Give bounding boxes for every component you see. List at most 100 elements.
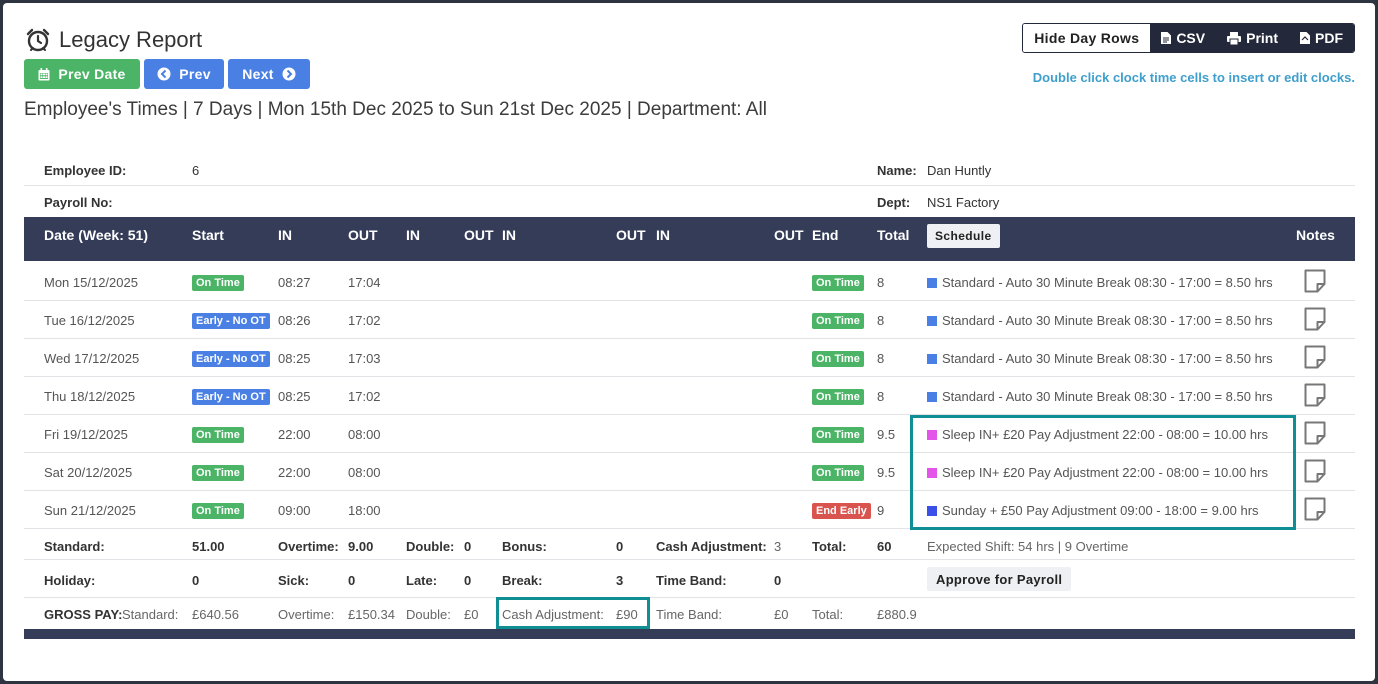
sticky-note-icon[interactable] (1304, 497, 1326, 521)
dept-label: Dept: (877, 195, 911, 210)
overtime-label: Overtime: (278, 539, 339, 554)
edit-hint: Double click clock time cells to insert … (1032, 70, 1355, 85)
clock-out-cell[interactable]: 08:00 (348, 427, 381, 442)
schedule-cell[interactable]: Standard - Auto 30 Minute Break 08:30 - … (927, 313, 1273, 328)
late-value: 0 (464, 573, 472, 588)
clock-out-cell[interactable]: 17:02 (348, 313, 381, 328)
pdf-button[interactable]: PDF (1289, 24, 1354, 52)
divider (24, 597, 1355, 598)
prev-button[interactable]: Prev (144, 59, 224, 89)
total-value: 60 (877, 539, 892, 554)
end-status-badge: On Time (812, 427, 864, 443)
schedule-button[interactable]: Schedule (927, 224, 1000, 248)
hide-day-rows-button[interactable]: Hide Day Rows (1023, 24, 1151, 52)
sticky-note-icon[interactable] (1304, 459, 1326, 483)
sticky-note-icon[interactable] (1304, 307, 1326, 331)
name-value: Dan Huntly (927, 163, 992, 178)
report-window: Legacy Report Prev Date Prev Next Employ… (3, 3, 1375, 681)
start-status-badge: On Time (192, 275, 244, 291)
row-date: Sat 20/12/2025 (44, 465, 133, 480)
prev-label: Prev (179, 66, 211, 82)
pdf-label: PDF (1315, 30, 1343, 46)
overtime-value: 9.00 (348, 539, 374, 554)
table-row: Wed 17/12/2025 Early - No OT 08:25 17:03 On … (24, 339, 1355, 377)
end-status-badge: On Time (812, 275, 864, 291)
schedule-cell[interactable]: Standard - Auto 30 Minute Break 08:30 - … (927, 351, 1273, 366)
clock-in-cell[interactable]: 08:26 (278, 313, 311, 328)
print-button[interactable]: Print (1216, 24, 1289, 52)
row-date: Sun 21/12/2025 (44, 503, 136, 518)
time-band-value: 0 (774, 573, 782, 588)
clock-in-cell[interactable]: 09:00 (278, 503, 311, 518)
holiday-value: 0 (192, 573, 200, 588)
start-status-badge: Early - No OT (192, 351, 270, 367)
gross-total-label: Total: (812, 607, 844, 622)
next-button[interactable]: Next (228, 59, 310, 89)
row-date: Tue 16/12/2025 (44, 313, 135, 328)
end-status-badge: On Time (812, 313, 864, 329)
clock-out-cell[interactable]: 17:04 (348, 275, 381, 290)
col-in-1: IN (278, 227, 292, 243)
row-total: 9 (877, 503, 885, 518)
sick-value: 0 (348, 573, 356, 588)
divider (24, 559, 1355, 560)
clock-out-cell[interactable]: 17:03 (348, 351, 381, 366)
sticky-note-icon[interactable] (1304, 345, 1326, 369)
clock-in-cell[interactable]: 08:25 (278, 389, 311, 404)
gross-total-value: £880.9 (877, 607, 917, 622)
end-status-badge: On Time (812, 389, 864, 405)
schedule-color-swatch (927, 392, 937, 402)
next-label: Next (242, 66, 274, 82)
start-status-badge: On Time (192, 427, 244, 443)
schedule-highlight-box (910, 415, 1296, 530)
col-notes: Notes (1296, 227, 1335, 243)
arrow-circle-left-icon (157, 67, 171, 81)
sticky-note-icon[interactable] (1304, 383, 1326, 407)
start-status-badge: On Time (192, 465, 244, 481)
gross-double-value: £0 (464, 607, 479, 622)
report-headline: Employee's Times | 7 Days | Mon 15th Dec… (24, 99, 767, 120)
standard-label: Standard: (44, 539, 105, 554)
print-label: Print (1246, 30, 1278, 46)
cash-adjustment-label: Cash Adjustment: (656, 539, 767, 554)
row-date: Mon 15/12/2025 (44, 275, 138, 290)
schedule-cell[interactable]: Standard - Auto 30 Minute Break 08:30 - … (927, 389, 1273, 404)
gross-standard-label: Standard: (122, 607, 179, 622)
alarm-clock-icon (26, 28, 50, 52)
printer-icon (1227, 31, 1242, 45)
schedule-cell[interactable]: Standard - Auto 30 Minute Break 08:30 - … (927, 275, 1273, 290)
start-status-badge: Early - No OT (192, 313, 270, 329)
table-row: Thu 18/12/2025 Early - No OT 08:25 17:02 On … (24, 377, 1355, 415)
sick-label: Sick: (278, 573, 310, 588)
end-status-badge: On Time (812, 351, 864, 367)
cash-adjustment-value: 3 (774, 539, 782, 554)
col-date: Date (Week: 51) (44, 227, 149, 243)
clock-in-cell[interactable]: 08:25 (278, 351, 311, 366)
clock-out-cell[interactable]: 17:02 (348, 389, 381, 404)
row-date: Fri 19/12/2025 (44, 427, 128, 442)
start-status-badge: Early - No OT (192, 389, 270, 405)
standard-value: 51.00 (192, 539, 225, 554)
employee-id-label: Employee ID: (44, 163, 127, 178)
time-band-label: Time Band: (656, 573, 727, 588)
clock-in-cell[interactable]: 22:00 (278, 465, 311, 480)
clock-in-cell[interactable]: 08:27 (278, 275, 311, 290)
bonus-label: Bonus: (502, 539, 547, 554)
sticky-note-icon[interactable] (1304, 421, 1326, 445)
schedule-text: Standard - Auto 30 Minute Break 08:30 - … (942, 351, 1273, 366)
clock-out-cell[interactable]: 18:00 (348, 503, 381, 518)
gross-overtime-value: £150.34 (348, 607, 395, 622)
csv-button[interactable]: CSV (1150, 24, 1217, 52)
table-footer-bar (24, 629, 1355, 639)
prev-date-label: Prev Date (58, 66, 126, 82)
prev-date-button[interactable]: Prev Date (24, 59, 140, 89)
approve-for-payroll-button[interactable]: Approve for Payroll (927, 567, 1072, 591)
employee-id-value: 6 (192, 163, 200, 178)
clock-in-cell[interactable]: 22:00 (278, 427, 311, 442)
sticky-note-icon[interactable] (1304, 269, 1326, 293)
holiday-label: Holiday: (44, 573, 96, 588)
clock-out-cell[interactable]: 08:00 (348, 465, 381, 480)
schedule-color-swatch (927, 316, 937, 326)
end-status-badge: End Early (812, 503, 871, 519)
divider (24, 185, 1355, 186)
